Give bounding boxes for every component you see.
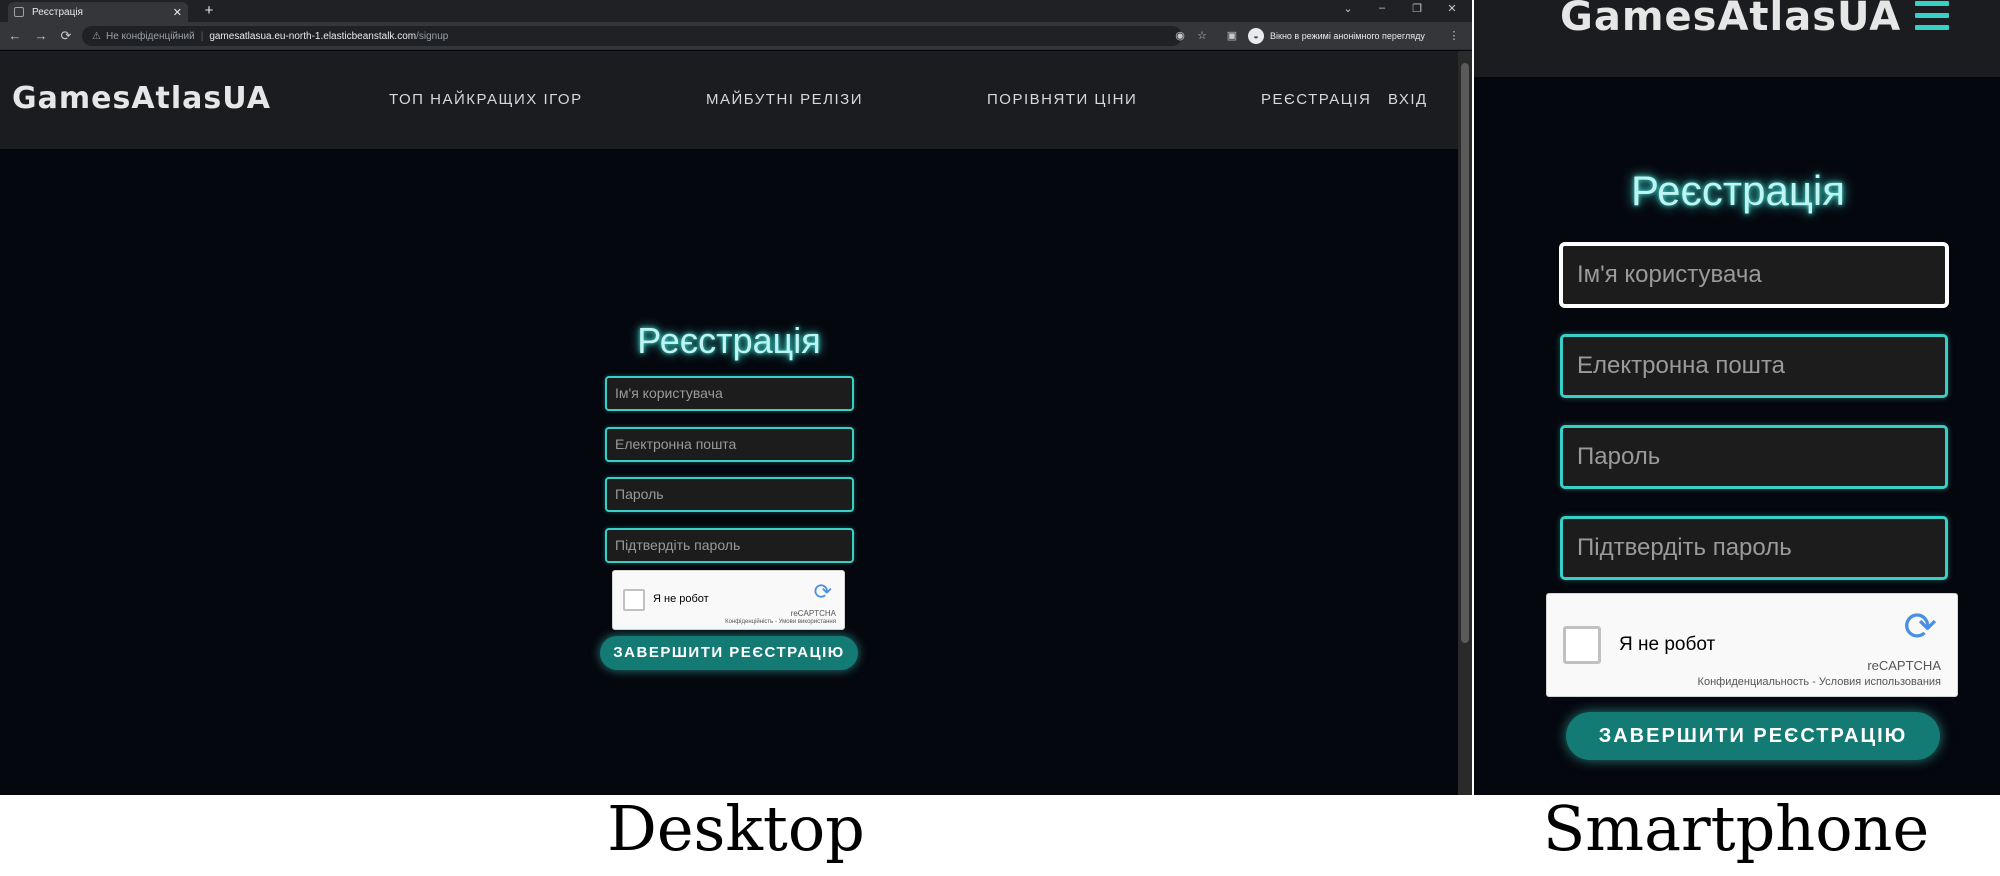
mobile-recaptcha-widget: Я не робот ⟳ reCAPTCHA Конфиденциальност… — [1546, 593, 1958, 697]
page-title: Реєстрація — [637, 320, 821, 361]
nav-compare-prices[interactable]: ПОРІВНЯТИ ЦІНИ — [987, 92, 1137, 107]
scrollbar-thumb[interactable] — [1461, 63, 1469, 643]
close-tab-icon[interactable]: ✕ — [173, 6, 182, 19]
incognito-icon: ◒ — [1248, 28, 1264, 44]
security-label: Не конфіденційний — [105, 30, 195, 42]
complete-registration-button[interactable]: ЗАВЕРШИТИ РЕЄСТРАЦІЮ — [600, 636, 858, 670]
smartphone-screenshot: GamesAtlasUA Реєстрація Ім'я користувача… — [1472, 0, 2000, 795]
site-logo[interactable]: GamesAtlasUA — [12, 84, 271, 114]
username-input[interactable]: Ім'я користувача — [605, 376, 854, 411]
tab-title: Реєстрація — [32, 6, 83, 18]
mobile-site-logo[interactable]: GamesAtlasUA — [1560, 0, 1901, 37]
new-tab-icon[interactable]: + — [200, 2, 218, 20]
desktop-caption: Desktop — [607, 792, 865, 865]
nav-login[interactable]: ВХІД — [1388, 92, 1428, 107]
recaptcha-brand: reCAPTCHA — [790, 609, 836, 618]
mobile-recaptcha-label: Я не робот — [1619, 634, 1716, 655]
url-host: gamesatlasua.eu-north-1.elasticbeanstalk… — [209, 30, 417, 42]
recaptcha-checkbox[interactable] — [623, 589, 645, 611]
scrollbar[interactable] — [1458, 51, 1472, 795]
mobile-page-title: Реєстрація — [1630, 167, 1846, 214]
divider: | — [200, 30, 204, 42]
incognito-label: Вікно в режимі анонімного перегляду — [1270, 31, 1425, 41]
mobile-recaptcha-terms-link[interactable]: Конфиденциальность - Условия использован… — [1698, 676, 1941, 688]
mobile-recaptcha-checkbox[interactable] — [1563, 626, 1601, 664]
warning-icon: ⚠ — [92, 30, 101, 42]
recaptcha-logo-icon: ⟳ — [813, 579, 832, 604]
hamburger-menu-icon[interactable] — [1915, 1, 1949, 37]
reload-icon[interactable]: ⟳ — [57, 27, 75, 45]
mobile-email-input[interactable]: Електронна пошта — [1560, 334, 1948, 398]
nav-upcoming-releases[interactable]: МАЙБУТНІ РЕЛІЗИ — [706, 92, 863, 107]
address-bar[interactable]: ⚠ Не конфіденційний | gamesatlasua.eu-no… — [82, 26, 1182, 46]
incognito-indicator[interactable]: ◒ Вікно в режимі анонімного перегляду — [1248, 27, 1425, 45]
recaptcha-label: Я не робот — [653, 593, 709, 605]
tab-search-icon[interactable]: ⌄ — [1336, 2, 1360, 15]
recaptcha-widget: Я не робот ⟳ reCAPTCHA Конфіденційність … — [612, 570, 845, 630]
bookmark-star-icon[interactable]: ☆ — [1194, 28, 1210, 44]
url-path: /signup — [416, 30, 449, 42]
browser-toolbar: ← → ⟳ ⚠ Не конфіденційний | gamesatlasua… — [0, 22, 1472, 50]
recaptcha-terms-link[interactable]: Конфіденційність - Умови використання — [725, 619, 836, 625]
eye-off-icon[interactable]: ◉ — [1172, 28, 1188, 44]
mobile-header: GamesAtlasUA — [1474, 0, 2000, 77]
mobile-confirm-password-input[interactable]: Підтвердіть пароль — [1560, 516, 1948, 580]
favicon-icon — [14, 7, 24, 17]
confirm-password-input[interactable]: Підтвердіть пароль — [605, 528, 854, 563]
back-icon[interactable]: ← — [6, 27, 24, 45]
smartphone-caption: Smartphone — [1542, 792, 1930, 865]
password-input[interactable]: Пароль — [605, 477, 854, 512]
comparison-canvas: Реєстрація ✕ + ⌄ – ❐ ✕ ← → ⟳ ⚠ Не конфід… — [0, 0, 2000, 876]
browser-tab-bar: Реєстрація ✕ + ⌄ – ❐ ✕ — [0, 0, 1472, 22]
email-input[interactable]: Електронна пошта — [605, 427, 854, 462]
side-panel-icon[interactable]: ▣ — [1224, 28, 1240, 44]
window-close-icon[interactable]: ✕ — [1440, 2, 1464, 15]
mobile-recaptcha-brand: reCAPTCHA — [1867, 658, 1941, 673]
mobile-username-input[interactable]: Ім'я користувача — [1560, 243, 1948, 307]
mobile-recaptcha-logo-icon: ⟳ — [1903, 605, 1937, 649]
nav-register[interactable]: РЕЄСТРАЦІЯ — [1261, 92, 1371, 107]
menu-kebab-icon[interactable]: ⋮ — [1446, 28, 1462, 44]
minimize-icon[interactable]: – — [1370, 2, 1394, 14]
browser-tab[interactable]: Реєстрація ✕ — [8, 2, 188, 22]
mobile-password-input[interactable]: Пароль — [1560, 425, 1948, 489]
nav-top-games[interactable]: ТОП НАЙКРАЩИХ ІГОР — [389, 92, 583, 107]
restore-icon[interactable]: ❐ — [1405, 2, 1429, 15]
forward-icon[interactable]: → — [32, 27, 50, 45]
mobile-complete-registration-button[interactable]: ЗАВЕРШИТИ РЕЄСТРАЦІЮ — [1566, 712, 1940, 760]
desktop-screenshot: Реєстрація ✕ + ⌄ – ❐ ✕ ← → ⟳ ⚠ Не конфід… — [0, 0, 1472, 795]
